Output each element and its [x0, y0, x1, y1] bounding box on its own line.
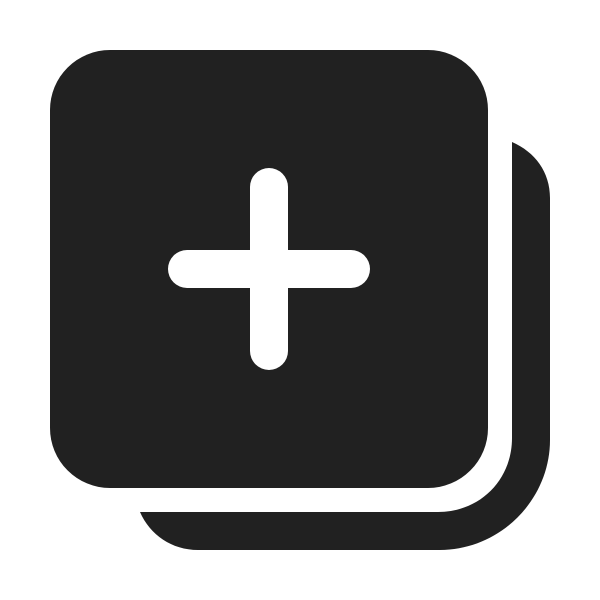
plus-horizontal-bar: [168, 250, 370, 288]
icon-canvas: [0, 0, 600, 600]
add-square-multiple-icon-svg: [50, 50, 550, 550]
add-square-multiple-icon: [0, 0, 600, 600]
